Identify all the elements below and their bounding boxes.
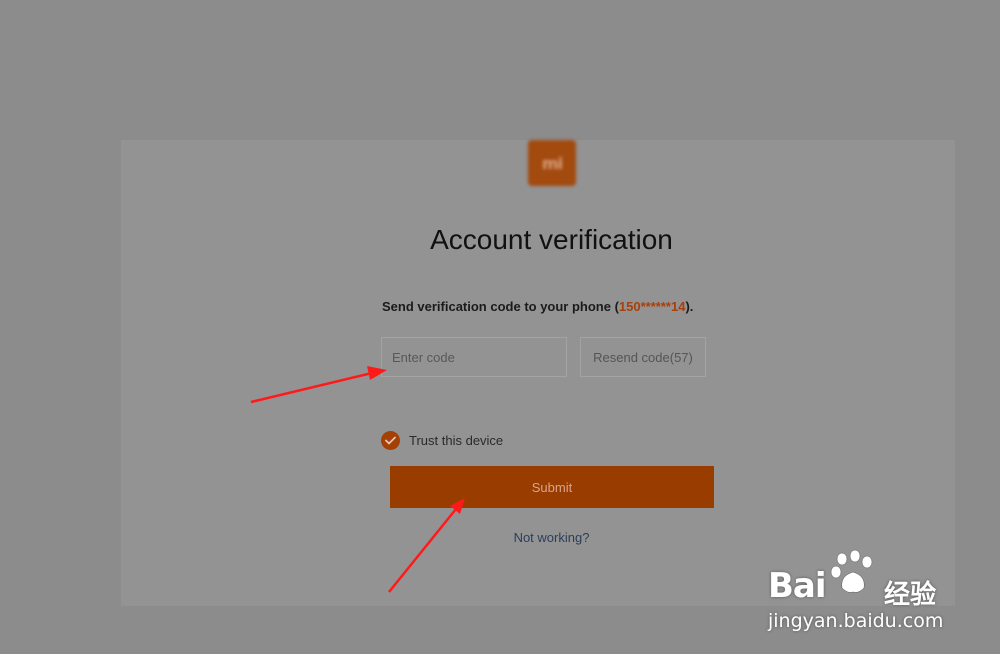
not-working-link[interactable]: Not working? [121,530,982,545]
trust-device-label: Trust this device [409,433,504,448]
paw-icon [830,549,873,593]
brand-logo: mi [528,140,576,186]
trust-device-checkbox[interactable]: Trust this device [381,431,503,450]
verification-description: Send verification code to your phone (15… [382,299,693,314]
page-title: Account verification [430,224,673,255]
masked-phone-number: 150******14 [618,299,686,314]
checkmark-icon [381,431,400,450]
watermark-url: jingyan.baidu.com [768,610,944,632]
description-prefix: Send verification code to your phone ( [382,299,619,314]
verification-code-input[interactable] [381,337,567,377]
watermark-brand-cn: 经验 [884,580,937,610]
description-suffix: ). [685,299,694,314]
brand-logo-text: mi [541,153,563,173]
resend-code-button[interactable]: Resend code(57) [580,337,706,377]
baidu-jingyan-watermark: Bai 经验 jingyan.baidu.com [768,548,968,638]
submit-button[interactable]: Submit [390,466,714,508]
watermark-brand: Bai [768,566,827,606]
